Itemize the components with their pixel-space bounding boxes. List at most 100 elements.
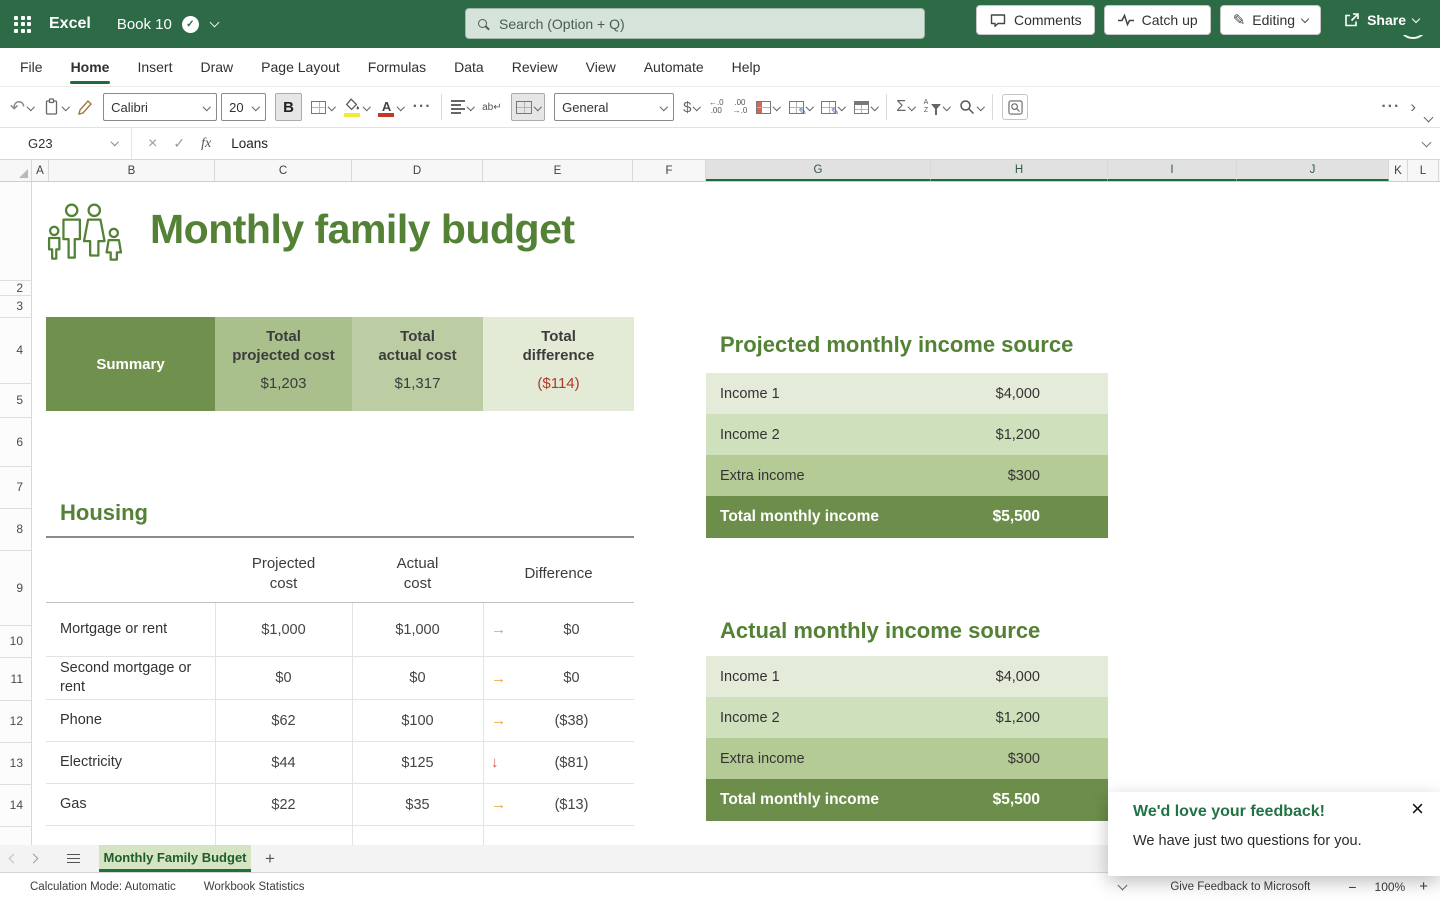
menu-home[interactable]: Home [57,48,124,86]
zoom-level[interactable]: 100% [1375,880,1406,894]
format-painter-button[interactable] [77,99,94,116]
row-header-12[interactable]: 12 [0,700,32,742]
row-header-8[interactable]: 8 [0,508,32,550]
increase-decimal-button[interactable]: ←.0 .00 [709,99,724,116]
undo-button[interactable]: ↶ [10,97,34,118]
actual-income-heading[interactable]: Actual monthly income source [720,618,1040,644]
insert-function-icon[interactable]: fx [201,136,211,152]
calculation-mode-status[interactable]: Calculation Mode: Automatic [30,881,176,893]
summary-projected-cell[interactable]: Totalprojected cost $1,203 [215,317,352,411]
more-commands-icon[interactable]: ··· [1381,98,1400,116]
comments-button[interactable]: Comments [976,5,1095,35]
app-name[interactable]: Excel [49,15,91,33]
menu-page-layout[interactable]: Page Layout [247,48,354,86]
status-options-chevron-icon[interactable] [1118,881,1128,891]
sheet-tab-monthly-family-budget[interactable]: Monthly Family Budget [99,845,251,872]
document-chevron-down-icon[interactable] [209,18,219,28]
more-font-options-button[interactable]: ··· [413,98,432,116]
menu-help[interactable]: Help [718,48,775,86]
formula-bar-expand-icon[interactable] [1422,138,1432,148]
housing-row[interactable]: Phone $62 $100 →($38) [46,700,634,742]
ribbon-overflow-icon[interactable]: › [1410,97,1416,117]
insert-table-button[interactable] [854,101,878,114]
column-header-L[interactable]: L [1408,160,1439,181]
format-as-table-button[interactable]: ✎ [789,101,813,114]
menu-formulas[interactable]: Formulas [354,48,440,86]
column-header-K[interactable]: K [1389,160,1408,181]
enter-icon[interactable]: ✓ [173,135,185,152]
font-name-select[interactable]: Calibri [103,93,217,121]
search-input[interactable] [497,15,912,33]
row-header-10[interactable]: 10 [0,625,32,657]
menu-review[interactable]: Review [498,48,572,86]
close-icon[interactable]: × [1411,796,1424,822]
column-header-H[interactable]: H [931,160,1108,181]
analyze-data-button[interactable] [1002,94,1028,120]
income-total-row[interactable]: Total monthly income$5,500 [706,779,1108,821]
share-button[interactable]: Share [1330,5,1432,35]
row-header-11[interactable]: 11 [0,657,32,700]
merge-cells-button[interactable] [511,93,546,121]
autosum-button[interactable]: Σ [896,98,914,116]
document-title[interactable]: Book 10 [117,16,172,33]
row-header-3[interactable]: 3 [0,295,32,317]
font-size-select[interactable]: 20 [221,93,266,121]
menu-automate[interactable]: Automate [630,48,718,86]
sheet-list-menu-icon[interactable] [67,854,80,864]
housing-row[interactable]: Second mortgage or rent $0 $0 →$0 [46,657,634,700]
alignment-button[interactable] [451,100,474,114]
housing-table[interactable]: Projectedcost Actualcost Difference Mort… [46,545,634,845]
projected-income-table[interactable]: Income 1$4,000 Income 2$1,200 Extra inco… [706,373,1108,538]
paste-button[interactable] [43,98,69,116]
income-row[interactable]: Extra income$300 [706,455,1108,496]
cell-styles-button[interactable]: ✎ [821,101,845,114]
app-launcher-icon[interactable] [14,16,31,33]
autosave-status-icon[interactable]: ✓ [182,16,199,33]
workbook-statistics-button[interactable]: Workbook Statistics [204,881,305,893]
column-header-B[interactable]: B [49,160,215,181]
fill-color-button[interactable] [344,98,370,116]
number-format-select[interactable]: General [554,93,674,121]
column-header-A[interactable]: A [32,160,49,181]
row-header-6[interactable]: 6 [0,417,32,466]
row-header-4[interactable]: 4 [0,317,32,383]
previous-sheet-icon[interactable] [9,854,19,864]
catch-up-button[interactable]: Catch up [1104,5,1211,35]
bold-button[interactable]: B [275,93,302,121]
housing-row[interactable]: Gas $22 $35 →($13) [46,784,634,826]
projected-income-heading[interactable]: Projected monthly income source [720,332,1073,358]
income-row[interactable]: Income 2$1,200 [706,697,1108,738]
formula-content[interactable]: Loans [231,136,268,151]
row-header-13[interactable]: 13 [0,742,32,784]
zoom-out-button[interactable]: − [1348,879,1356,895]
column-header-E[interactable]: E [483,160,633,181]
row-header-14[interactable]: 14 [0,784,32,826]
wrap-text-button[interactable]: ab↵ [482,102,502,113]
menu-insert[interactable]: Insert [123,48,186,86]
menu-data[interactable]: Data [440,48,498,86]
housing-row[interactable]: Electricity $44 $125 ↓($81) [46,742,634,784]
column-header-F[interactable]: F [633,160,706,181]
menu-file[interactable]: File [6,48,57,86]
row-header-5[interactable]: 5 [0,383,32,417]
name-box[interactable]: G23 [0,128,132,159]
column-header-J[interactable]: J [1237,160,1389,181]
find-button[interactable] [959,99,984,115]
income-row[interactable]: Extra income$300 [706,738,1108,779]
menu-view[interactable]: View [572,48,630,86]
summary-table[interactable]: Summary Totalprojected cost $1,203 Total… [46,317,634,411]
row-header-2[interactable]: 2 [0,280,32,295]
menu-draw[interactable]: Draw [186,48,247,86]
spreadsheet-grid[interactable]: 234567891011121314 Monthly family budget… [0,182,1440,845]
income-row[interactable]: Income 2$1,200 [706,414,1108,455]
search-bar[interactable] [465,8,925,39]
housing-row[interactable]: Mortgage or rent $1,000 $1,000 →$0 [46,603,634,657]
select-all-corner[interactable] [0,160,32,181]
sheet-main-title[interactable]: Monthly family budget [150,206,575,253]
font-color-button[interactable]: A [378,98,404,116]
editing-mode-button[interactable]: ✎ Editing [1220,5,1321,35]
summary-actual-cell[interactable]: Totalactual cost $1,317 [352,317,483,411]
sort-filter-button[interactable]: A Z [924,99,950,116]
conditional-formatting-button[interactable] [756,101,780,114]
column-header-G[interactable]: G [706,160,931,181]
